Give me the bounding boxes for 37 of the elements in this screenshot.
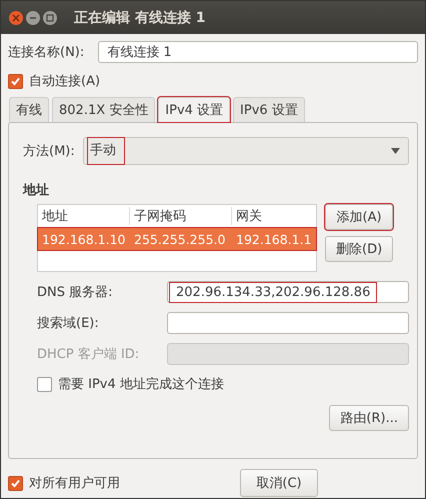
column-header[interactable]: 网关	[232, 207, 316, 225]
table-cell-text: 192.168.1.1	[235, 232, 313, 246]
name-field[interactable]: 有线连接 1	[98, 41, 418, 63]
checkbox-label: 需要 IPv4 地址完成这个连接	[58, 376, 224, 393]
tab[interactable]: IPv6 设置	[233, 97, 305, 122]
check-icon	[10, 478, 21, 488]
table-button[interactable]: 添加(A)	[325, 204, 394, 230]
maximize-icon[interactable]	[43, 10, 57, 24]
table-cell-text: 255.255.255.0	[133, 232, 226, 246]
checkbox[interactable]	[8, 476, 23, 490]
check-icon	[10, 76, 21, 86]
checkbox[interactable]	[8, 74, 23, 88]
field-label: 方法(M):	[23, 143, 75, 160]
method-dropdown[interactable]: 手动	[82, 137, 409, 165]
caret-icon	[391, 148, 400, 154]
text-field[interactable]: 202.96.134.33,202.96.128.86	[167, 281, 409, 303]
checkbox-label: 自动连接(A)	[29, 73, 100, 90]
section-heading: 地址	[23, 182, 50, 199]
tab[interactable]: IPv4 设置	[158, 97, 230, 122]
tab[interactable]: 有线	[9, 97, 49, 122]
window-title: 正在编辑 有线连接 1	[74, 8, 206, 26]
table-button[interactable]: 删除(D)	[325, 236, 394, 262]
tab[interactable]: 802.1X 安全性	[52, 97, 156, 122]
field-label: DNS 服务器:	[37, 284, 114, 301]
checkbox-label: 对所有用户可用	[29, 475, 120, 492]
field-label: DHCP 客户端 ID:	[37, 346, 140, 363]
cancel-button[interactable]: 取消(C)	[240, 469, 318, 497]
field-label: 搜索域(E):	[37, 315, 100, 332]
checkbox[interactable]	[37, 376, 52, 392]
table-cell-text: 192.168.1.10	[41, 232, 126, 246]
column-header[interactable]: 地址	[38, 207, 130, 225]
routes-button[interactable]: 路由(R)...	[329, 405, 409, 431]
text-field[interactable]	[167, 312, 409, 334]
close-icon[interactable]	[9, 10, 23, 24]
field-label: 连接名称(N):	[8, 44, 84, 61]
minimize-icon[interactable]	[26, 10, 40, 24]
column-header[interactable]: 子网掩码	[130, 207, 232, 225]
